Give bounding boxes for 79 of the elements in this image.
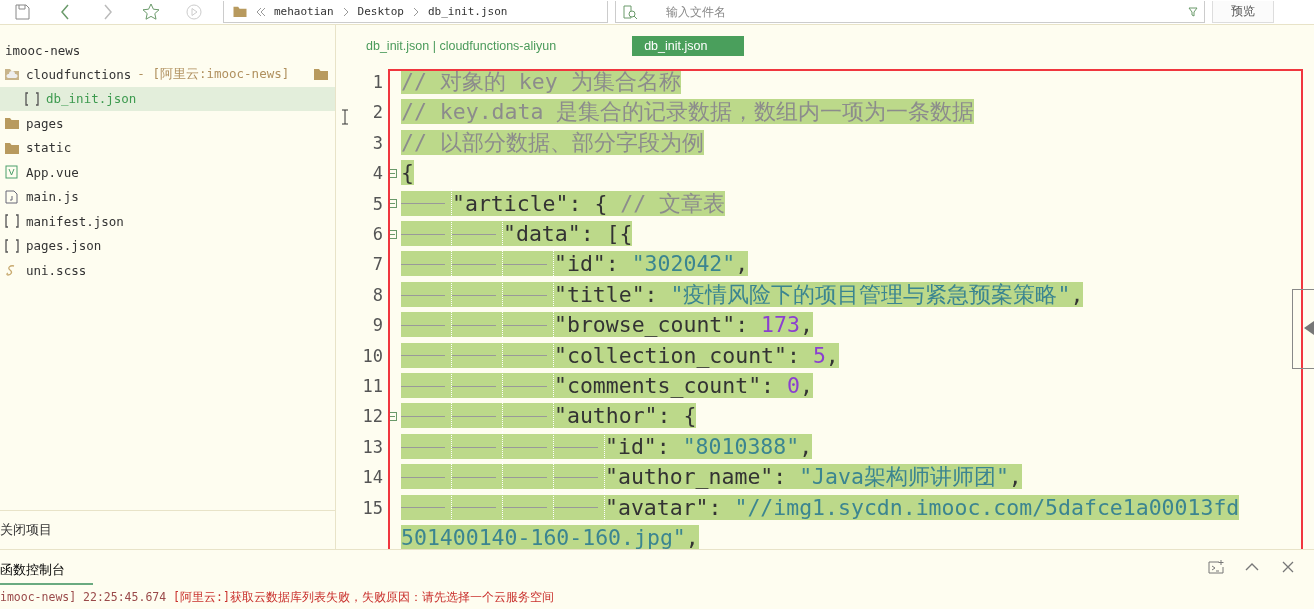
line-number: 14 — [361, 466, 383, 490]
folder-icon — [232, 5, 248, 18]
breadcrumb-item[interactable]: db_init.json — [427, 5, 508, 18]
line-number: 7 — [371, 253, 383, 277]
line-number: 4 — [371, 162, 383, 186]
code-line: "data": [{ — [401, 219, 1251, 250]
code-line: "author": { — [401, 401, 1251, 432]
file-name: manifest.json — [26, 213, 124, 229]
chevrons-icon — [256, 6, 266, 17]
close-project-link[interactable]: 关闭项目 — [0, 510, 335, 549]
code-line: "article": { // 文章表 — [401, 188, 1251, 220]
project-name[interactable]: imooc-news — [0, 25, 335, 62]
folder-icon — [4, 116, 20, 131]
filter-icon[interactable] — [1188, 6, 1198, 17]
line-number: 1 — [371, 71, 383, 94]
brackets-icon — [24, 91, 40, 106]
file-tree-item[interactable]: main.js — [0, 184, 335, 209]
file-tree-item[interactable]: pages.json — [0, 233, 335, 258]
file-tree-item[interactable]: App.vue — [0, 160, 335, 185]
brackets-icon — [4, 238, 20, 253]
file-name: App.vue — [26, 164, 79, 180]
star-icon[interactable] — [141, 2, 161, 22]
code-line: "collection_count": 5, — [401, 340, 1251, 372]
chevron-icon — [411, 6, 420, 17]
line-number: 15 — [361, 496, 383, 520]
close-icon[interactable] — [1280, 559, 1296, 575]
line-number: 2 — [371, 101, 383, 125]
search-input[interactable]: 输入文件名 — [664, 3, 1188, 20]
cloud-tag: - [阿里云:imooc-news] — [137, 65, 290, 83]
code-line: "browse_count": 173, — [401, 310, 1251, 341]
line-number: 8 — [371, 283, 383, 307]
preview-button[interactable]: 预览 — [1212, 1, 1274, 23]
line-number: 5 — [371, 192, 383, 216]
file-search-field[interactable]: 输入文件名 — [615, 1, 1205, 23]
file-name: pages.json — [26, 238, 102, 254]
file-tree-item[interactable]: cloudfunctions - [阿里云:imooc-news] — [0, 62, 335, 87]
save-icon[interactable] — [12, 2, 32, 22]
code-line: "id": "302042", — [401, 249, 1251, 280]
fold-icon[interactable] — [387, 229, 397, 239]
line-number: 12 — [361, 405, 383, 429]
cloud-folder-icon — [4, 67, 20, 82]
file-name: uni.scss — [26, 262, 87, 278]
file-tree-item[interactable]: pages — [0, 111, 335, 136]
file-name: cloudfunctions — [26, 66, 132, 82]
file-tree-item[interactable]: manifest.json — [0, 209, 335, 234]
code-line: "comments_count": 0, — [401, 371, 1251, 402]
line-number: 6 — [371, 223, 383, 247]
code-line: "id": "8010388", — [401, 431, 1251, 463]
console-tab[interactable]: 函数控制台 — [0, 553, 93, 585]
chevron-icon — [341, 6, 350, 17]
folder-icon — [4, 140, 20, 155]
console-log-line: imooc-news] 22:25:45.674 [阿里云:]获取云数据库列表失败，失败原因：请先选择一个云服务空间 — [0, 589, 555, 605]
brackets-icon — [4, 214, 20, 229]
fold-icon[interactable] — [387, 199, 397, 209]
new-terminal-icon[interactable] — [1208, 559, 1224, 575]
fold-icon[interactable] — [387, 168, 397, 178]
file-tree-item[interactable]: uni.scss — [0, 258, 335, 283]
folder-icon[interactable] — [313, 67, 329, 82]
vue-file-icon — [4, 165, 20, 180]
line-number: 10 — [361, 344, 383, 368]
line-number: 11 — [361, 375, 383, 399]
file-name: static — [26, 140, 72, 156]
code-line: "title": "疫情风险下的项目管理与紧急预案策略", — [401, 279, 1251, 311]
file-name: db_init.json — [46, 91, 137, 107]
breadcrumb-item[interactable]: mehaotian — [274, 5, 334, 18]
file-name: pages — [26, 115, 64, 131]
line-number: 9 — [371, 314, 383, 338]
js-file-icon — [4, 189, 20, 204]
editor-tab[interactable]: db_init.json | cloudfunctions-aliyun — [354, 36, 569, 56]
line-number: 3 — [371, 131, 383, 155]
breadcrumb-item[interactable]: Desktop — [357, 5, 404, 18]
text-cursor-icon — [341, 109, 349, 125]
line-number: 13 — [361, 435, 383, 459]
file-name: main.js — [26, 189, 79, 205]
search-icon — [622, 3, 638, 20]
code-line: "author_name": "Java架构师讲师团", — [401, 462, 1251, 493]
file-tree-item[interactable]: static — [0, 135, 335, 160]
fold-icon[interactable] — [387, 412, 397, 422]
collapse-handle[interactable] — [1292, 289, 1314, 369]
